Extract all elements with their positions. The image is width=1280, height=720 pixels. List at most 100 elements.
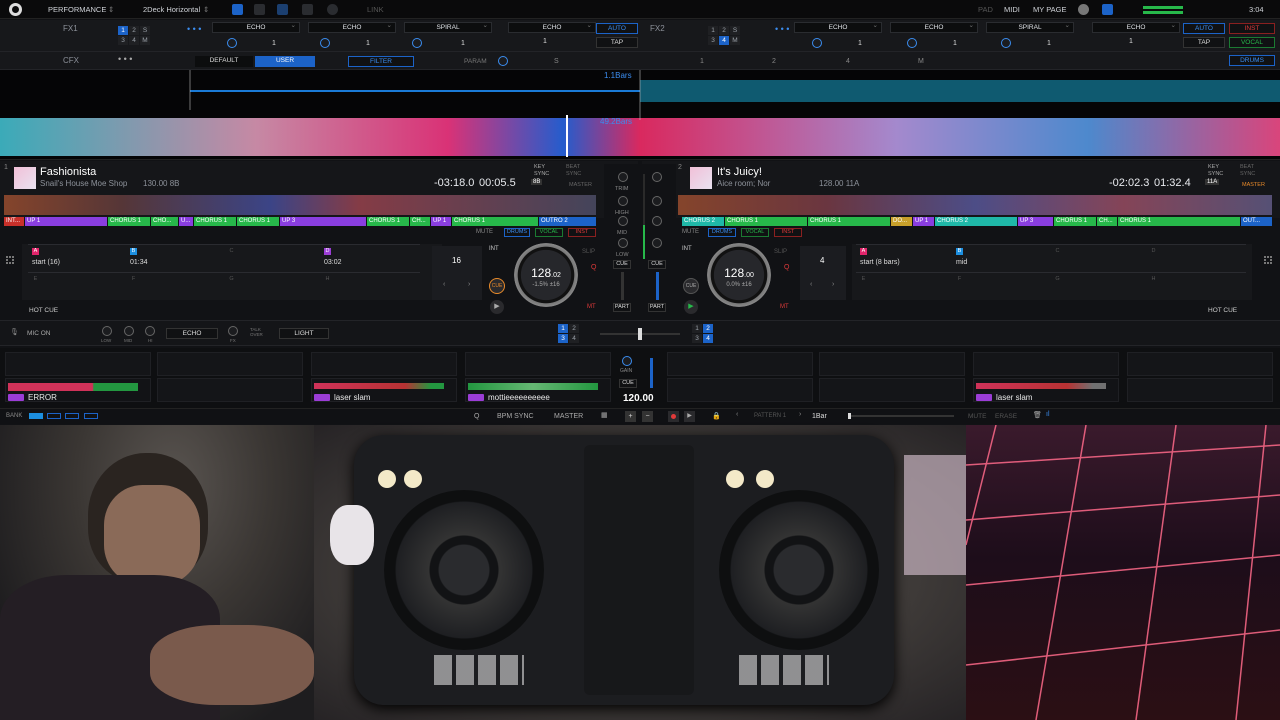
- deck1-cue-8[interactable]: CHORUS 1: [367, 217, 409, 226]
- deck1-q-button[interactable]: Q: [591, 264, 596, 271]
- deck1-pad-e[interactable]: E: [28, 272, 128, 296]
- fx2-ch-s[interactable]: S: [730, 26, 740, 35]
- deck1-cue-2[interactable]: CHORUS 1: [108, 217, 150, 226]
- deck1-pad-a[interactable]: Astart (16): [28, 244, 128, 268]
- sampler-slot-16[interactable]: [1127, 378, 1273, 402]
- fx2-inst-button[interactable]: INST: [1229, 23, 1275, 34]
- sampler-add-button[interactable]: +: [625, 411, 636, 422]
- midi-button[interactable]: MIDI: [1004, 5, 1020, 14]
- sampler-slot-6[interactable]: [819, 352, 965, 376]
- pad-button[interactable]: PAD: [978, 5, 993, 14]
- deck2-pad-grid-icon[interactable]: [1264, 256, 1272, 264]
- my-page-button[interactable]: MY PAGE: [1033, 5, 1066, 14]
- ch1-mid-knob[interactable]: [618, 216, 628, 226]
- sampler-q-button[interactable]: Q: [474, 413, 479, 420]
- deck2-pad-e[interactable]: E: [856, 272, 956, 296]
- deck1-pad-grid-icon[interactable]: [6, 256, 14, 264]
- mic-low-knob[interactable]: [102, 326, 112, 336]
- deck1-mini-waveform[interactable]: [4, 195, 596, 215]
- deck1-cue-12[interactable]: OUTRO 2: [539, 217, 596, 226]
- deck2-pad-a[interactable]: Astart (8 bars): [856, 244, 956, 268]
- deck1-pad-f[interactable]: F: [126, 272, 226, 296]
- sampler-gain-knob[interactable]: [622, 356, 632, 366]
- deck1-loop-next-icon[interactable]: ›: [468, 281, 470, 288]
- fx2-ch-4[interactable]: 4: [719, 36, 729, 45]
- sampler-slot-11[interactable]: [311, 378, 457, 402]
- deck1-cue-3[interactable]: CHO...: [151, 217, 178, 226]
- deck2-cue-bar[interactable]: CHORUS 2 CHORUS 1 CHORUS 1 DO... UP 1 CH…: [682, 217, 1272, 227]
- sequence-record-button[interactable]: [668, 411, 679, 422]
- deck2-loop-prev-icon[interactable]: ‹: [810, 281, 812, 288]
- link-button[interactable]: LINK: [367, 5, 384, 14]
- mic-on-button[interactable]: MIC ON: [27, 330, 50, 337]
- trash-icon[interactable]: 🗑: [1033, 411, 1042, 419]
- deck2-hot-cue-label[interactable]: HOT CUE: [1208, 307, 1237, 314]
- mic-hi-knob[interactable]: [145, 326, 155, 336]
- sampler-slot-14[interactable]: [819, 378, 965, 402]
- sampler-cue-button[interactable]: CUE: [619, 379, 637, 388]
- deck2-pad-b[interactable]: Bmid: [952, 244, 1052, 268]
- cfx-dots-icon[interactable]: • • •: [118, 54, 132, 64]
- fx2-dots-icon[interactable]: • • •: [775, 24, 789, 34]
- deck2-q-button[interactable]: Q: [784, 264, 789, 271]
- fx2-drums-button[interactable]: DRUMS: [1229, 55, 1275, 66]
- grid-view-icon[interactable]: [277, 4, 288, 15]
- bpm-sync-button[interactable]: BPM SYNC: [497, 413, 534, 420]
- deck2-pad-g[interactable]: G: [1050, 272, 1150, 296]
- deck1-cue-5[interactable]: CHORUS 1: [194, 217, 236, 226]
- deck1-slip-button[interactable]: SLIP: [582, 249, 595, 255]
- deck2-play-button[interactable]: ▶: [684, 300, 698, 314]
- ch1-cue-button[interactable]: CUE: [613, 260, 631, 269]
- deck1-beat-sync-button[interactable]: BEAT SYNC: [566, 164, 584, 178]
- fx1-ch-3[interactable]: 3: [118, 36, 128, 45]
- sampler-slot-3[interactable]: [311, 352, 457, 376]
- gear-icon[interactable]: [1078, 4, 1089, 15]
- deck1-vocal-button[interactable]: VOCAL: [535, 228, 563, 237]
- cfx-param-knob[interactable]: [498, 56, 508, 66]
- fx2-channel-grid[interactable]: 12S 34M: [708, 25, 756, 47]
- mic-effect-select[interactable]: ECHO: [166, 328, 218, 339]
- fx2-tap-button[interactable]: TAP: [1183, 37, 1225, 48]
- fx1-knob-3[interactable]: [412, 38, 422, 48]
- ch1-part-button[interactable]: PART: [613, 303, 631, 312]
- deck2-cue-8[interactable]: CH...: [1097, 217, 1117, 226]
- rekordbox-logo-icon[interactable]: [9, 3, 22, 16]
- deck1-cue-1[interactable]: UP 1: [25, 217, 107, 226]
- deck2-pad-h[interactable]: H: [1146, 272, 1246, 296]
- fx2-auto-button[interactable]: AUTO: [1183, 23, 1225, 34]
- fx1-slot-1[interactable]: ECHO: [212, 21, 300, 33]
- deck2-vocal-button[interactable]: VOCAL: [741, 228, 769, 237]
- deck1-cue-7[interactable]: UP 3: [280, 217, 366, 226]
- deck2-slip-button[interactable]: SLIP: [774, 249, 787, 255]
- sampler-master-button[interactable]: MASTER: [554, 413, 583, 420]
- deck1-master-button[interactable]: MASTER: [569, 182, 592, 188]
- ch2-low-knob[interactable]: [652, 238, 662, 248]
- deck2-cue-button[interactable]: CUE: [683, 278, 699, 294]
- fx2-ch-1[interactable]: 1: [708, 26, 718, 35]
- sampler-slot-7[interactable]: [973, 352, 1119, 376]
- deck2-cue-3[interactable]: DO...: [891, 217, 912, 226]
- fx1-knob-2[interactable]: [320, 38, 330, 48]
- deck2-int-label[interactable]: INT: [682, 246, 692, 252]
- deck1-cue-4[interactable]: U...: [179, 217, 193, 226]
- fx1-ch-4[interactable]: 4: [129, 36, 139, 45]
- fx-view-icon[interactable]: [232, 4, 243, 15]
- ch1-low-knob[interactable]: [618, 238, 628, 248]
- fx1-knob-1[interactable]: [227, 38, 237, 48]
- deck1-cue-button[interactable]: CUE: [489, 278, 505, 294]
- deck2-pad-d[interactable]: D: [1146, 244, 1246, 268]
- deck1-pad-h[interactable]: H: [320, 272, 420, 296]
- fx1-dots-icon[interactable]: • • •: [187, 24, 201, 34]
- mic-mid-knob[interactable]: [124, 326, 134, 336]
- ch2-trim-knob[interactable]: [652, 172, 662, 182]
- mode-chevron-icon[interactable]: ⇕: [108, 5, 114, 14]
- deck1-drums-button[interactable]: DRUMS: [504, 228, 530, 237]
- bank-3-button[interactable]: [65, 413, 79, 419]
- mic-fx-knob[interactable]: [228, 326, 238, 336]
- fx1-auto-button[interactable]: AUTO: [596, 23, 638, 34]
- deck1-cue-10[interactable]: UP 1: [431, 217, 451, 226]
- fx2-ch-3[interactable]: 3: [708, 36, 718, 45]
- deck2-cue-4[interactable]: UP 1: [913, 217, 934, 226]
- fx2-vocal-button[interactable]: VOCAL: [1229, 37, 1275, 48]
- fx1-channel-grid[interactable]: 12S 34M: [118, 25, 166, 47]
